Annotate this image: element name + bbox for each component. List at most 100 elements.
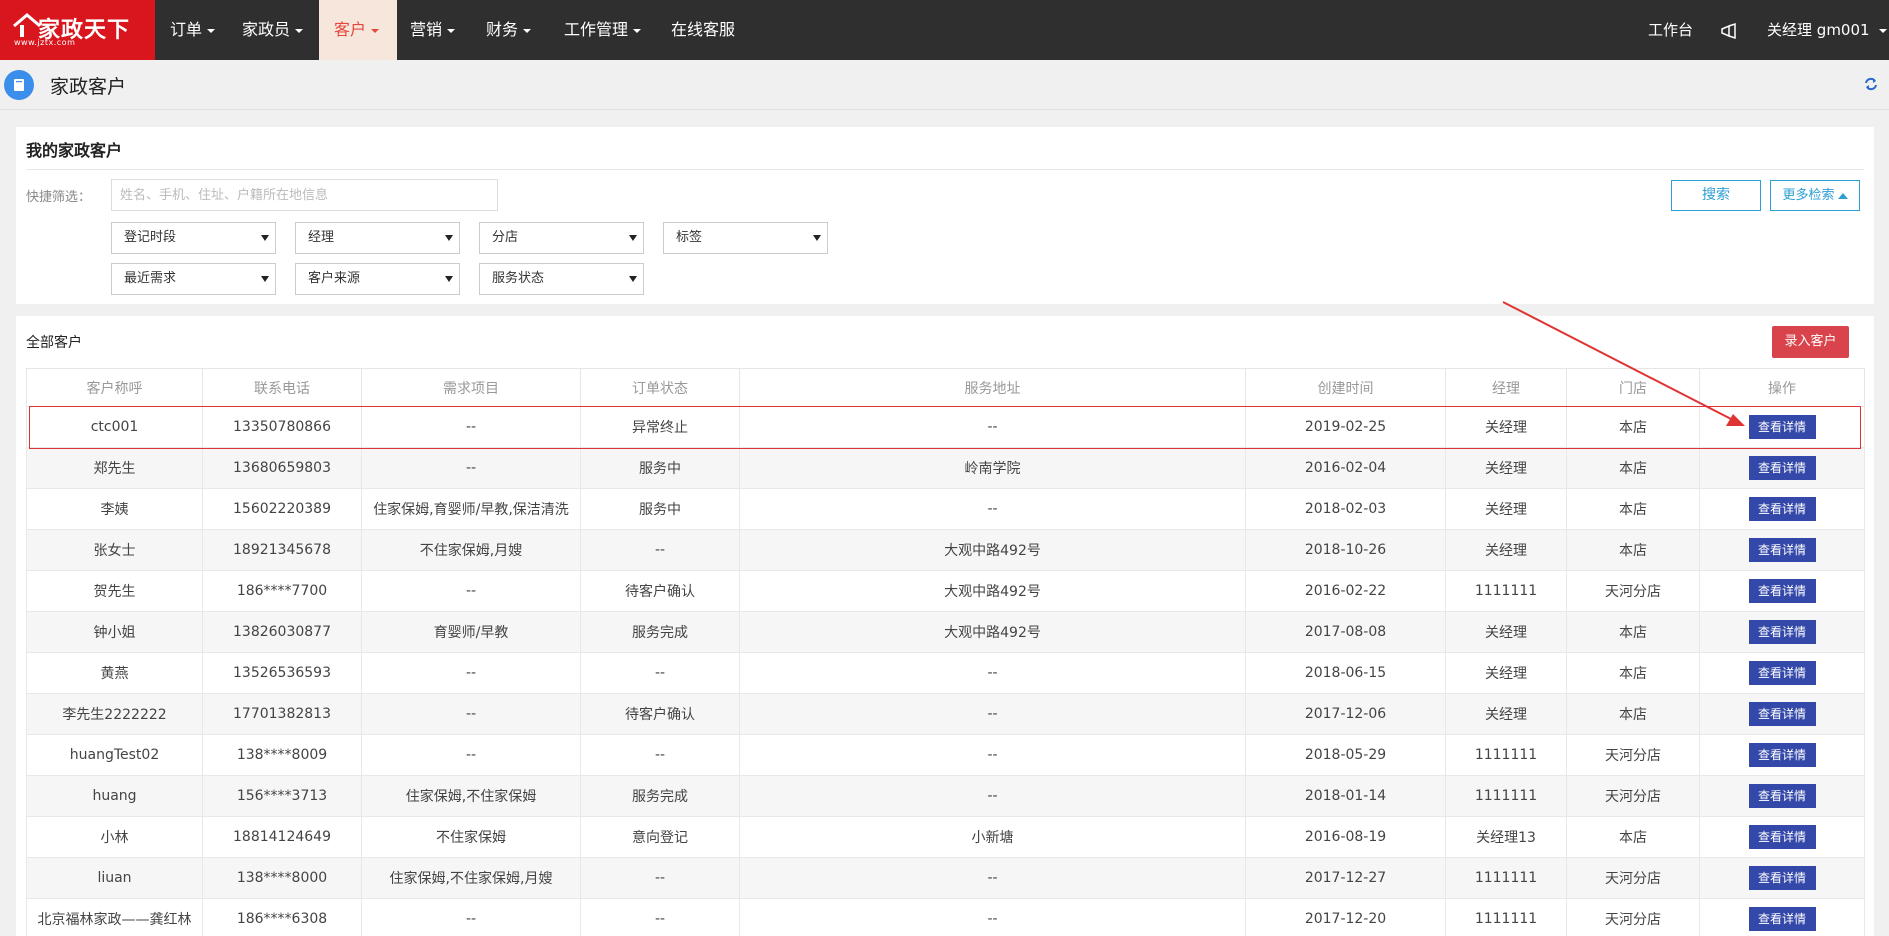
table-body: ctc001 13350780866 -- 异常终止 -- 2019-02-25 关经理 本店… [26, 406, 1865, 936]
table-cell: -- [580, 734, 740, 776]
table-cell: 18814124649 [202, 816, 362, 858]
select-manager[interactable]: 经理 [295, 222, 460, 254]
select-register-period[interactable]: 登记时段 [111, 222, 276, 254]
table-row[interactable]: 郑先生 13680659803 -- 服务中 岭南学院 2016-02-04 关经理 本店 查看… [26, 447, 1865, 489]
view-details-button[interactable]: 查看详情 [1748, 579, 1816, 603]
nav-item-orders[interactable]: 订单 [170, 0, 222, 60]
table-cell: 住家保姆,不住家保姆 [361, 775, 581, 817]
brand-logo[interactable]: 家政天下 www.jztx.com [0, 0, 155, 60]
column-header[interactable]: 需求项目 [361, 368, 581, 407]
select-customer-source[interactable]: 客户来源 [295, 263, 460, 295]
caret-down-icon [371, 28, 380, 33]
view-details-button[interactable]: 查看详情 [1748, 743, 1816, 767]
table-row[interactable]: huang 156****3713 住家保姆,不住家保姆 服务完成 -- 2018-01-… [26, 775, 1865, 817]
user-menu[interactable]: 关经理 gm001 [1767, 0, 1888, 60]
table-cell: 李先生2222222 [26, 693, 203, 735]
table-cell: 13526536593 [202, 652, 362, 694]
table-cell: 1111111 [1445, 734, 1567, 776]
dropdown-arrow-icon [261, 235, 269, 241]
view-details-button[interactable]: 查看详情 [1748, 907, 1816, 931]
view-details-button[interactable]: 查看详情 [1748, 456, 1816, 480]
table-header-row: 客户称呼 联系电话 需求项目 订单状态 服务地址 创建时间 经理 门店 操作 [26, 368, 1865, 407]
table-cell: 17701382813 [202, 693, 362, 735]
column-header[interactable]: 创建时间 [1245, 368, 1446, 407]
table-cell: liuan [26, 857, 203, 899]
table-cell: -- [739, 898, 1246, 936]
table-cell: 关经理 [1445, 611, 1567, 653]
nav-item-finance[interactable]: 财务 [486, 0, 542, 60]
column-header[interactable]: 联系电话 [202, 368, 362, 407]
filter-panel: 我的家政客户 快捷筛选： 搜索 更多检索 登记时段 经理 分店 标签 最近需求 … [16, 127, 1874, 304]
table-cell: 服务中 [580, 488, 740, 530]
view-details-button[interactable]: 查看详情 [1748, 497, 1816, 521]
workbench-link[interactable]: 工作台 [1648, 0, 1693, 60]
table-cell: 2017-08-08 [1245, 611, 1446, 653]
quick-filter-label: 快捷筛选： [26, 190, 92, 205]
table-cell: -- [739, 652, 1246, 694]
table-cell: 关经理 [1445, 447, 1567, 489]
view-details-button[interactable]: 查看详情 [1748, 620, 1816, 644]
table-cell: 关经理 [1445, 652, 1567, 694]
view-details-button[interactable]: 查看详情 [1748, 538, 1816, 562]
nav-item-work-management[interactable]: 工作管理 [564, 0, 654, 60]
announcement-icon[interactable] [1720, 0, 1740, 60]
select-branch[interactable]: 分店 [479, 222, 644, 254]
nav-item-housekeepers[interactable]: 家政员 [242, 0, 310, 60]
view-details-button[interactable]: 查看详情 [1748, 825, 1816, 849]
user-id: gm001 [1816, 21, 1870, 39]
select-tag[interactable]: 标签 [663, 222, 828, 254]
quick-filter-input[interactable] [111, 179, 498, 211]
view-details-button[interactable]: 查看详情 [1748, 866, 1816, 890]
page-title: 家政客户 [50, 76, 127, 98]
table-row[interactable]: 钟小姐 13826030877 育婴师/早教 服务完成 大观中路492号 2017-08-… [26, 611, 1865, 653]
table-cell: 2018-02-03 [1245, 488, 1446, 530]
table-row[interactable]: huangTest02 138****8009 -- -- -- 2018-05-29 11… [26, 734, 1865, 776]
column-header[interactable]: 操作 [1699, 368, 1865, 407]
table-cell: 小林 [26, 816, 203, 858]
table-cell: 不住家保姆,月嫂 [361, 529, 581, 571]
nav-item-customers[interactable]: 客户 [319, 0, 397, 60]
table-row[interactable]: 张女士 18921345678 不住家保姆,月嫂 -- 大观中路492号 2018-10-… [26, 529, 1865, 571]
select-service-status[interactable]: 服务状态 [479, 263, 644, 295]
table-cell-action: 查看详情 [1699, 570, 1865, 612]
table-cell: 2017-12-27 [1245, 857, 1446, 899]
caret-down-icon [207, 28, 216, 33]
view-details-button[interactable]: 查看详情 [1748, 702, 1816, 726]
table-cell: 服务中 [580, 447, 740, 489]
table-cell: 本店 [1566, 693, 1700, 735]
table-cell: 关经理 [1445, 693, 1567, 735]
table-row[interactable]: 李先生2222222 17701382813 -- 待客户确认 -- 2017-12-06… [26, 693, 1865, 735]
filter-panel-title: 我的家政客户 [26, 141, 123, 160]
caret-down-icon [295, 28, 304, 33]
table-cell: 2016-02-04 [1245, 447, 1446, 489]
table-cell: -- [361, 898, 581, 936]
nav-item-marketing[interactable]: 营销 [410, 0, 466, 60]
table-row[interactable]: liuan 138****8000 住家保姆,不住家保姆,月嫂 -- -- 2017-12… [26, 857, 1865, 899]
table-cell: -- [361, 734, 581, 776]
table-row[interactable]: 北京福林家政——龚红林 186****6308 -- -- -- 2017-12-20 11… [26, 898, 1865, 936]
refresh-icon[interactable] [1863, 76, 1879, 92]
search-button[interactable]: 搜索 [1671, 180, 1761, 211]
table-cell: 天河分店 [1566, 734, 1700, 776]
table-row[interactable]: 黄燕 13526536593 -- -- -- 2018-06-15 关经理 本店 查看详情 [26, 652, 1865, 694]
user-name: 关经理 [1767, 21, 1813, 39]
table-cell: 黄燕 [26, 652, 203, 694]
table-row[interactable]: 李姨 15602220389 住家保姆,育婴师/早教,保洁清洗 服务中 -- 2018-0… [26, 488, 1865, 530]
table-cell: 关经理 [1445, 529, 1567, 571]
nav-item-online-service[interactable]: 在线客服 [671, 0, 743, 60]
more-search-button[interactable]: 更多检索 [1770, 180, 1860, 211]
column-header[interactable]: 订单状态 [580, 368, 740, 407]
column-header[interactable]: 客户称呼 [26, 368, 203, 407]
add-customer-button[interactable]: 录入客户 [1772, 326, 1849, 358]
customer-table: 客户称呼 联系电话 需求项目 订单状态 服务地址 创建时间 经理 门店 操作 c… [26, 368, 1865, 936]
view-details-button[interactable]: 查看详情 [1748, 661, 1816, 685]
table-row[interactable]: 小林 18814124649 不住家保姆 意向登记 小新塘 2016-08-19 关经理13… [26, 816, 1865, 858]
column-header[interactable]: 经理 [1445, 368, 1567, 407]
table-cell-action: 查看详情 [1699, 693, 1865, 735]
table-cell: 2016-02-22 [1245, 570, 1446, 612]
table-row[interactable]: 贺先生 186****7700 -- 待客户确认 大观中路492号 2016-02-22 1… [26, 570, 1865, 612]
select-recent-demand[interactable]: 最近需求 [111, 263, 276, 295]
column-header[interactable]: 门店 [1566, 368, 1700, 407]
column-header[interactable]: 服务地址 [739, 368, 1246, 407]
view-details-button[interactable]: 查看详情 [1748, 784, 1816, 808]
